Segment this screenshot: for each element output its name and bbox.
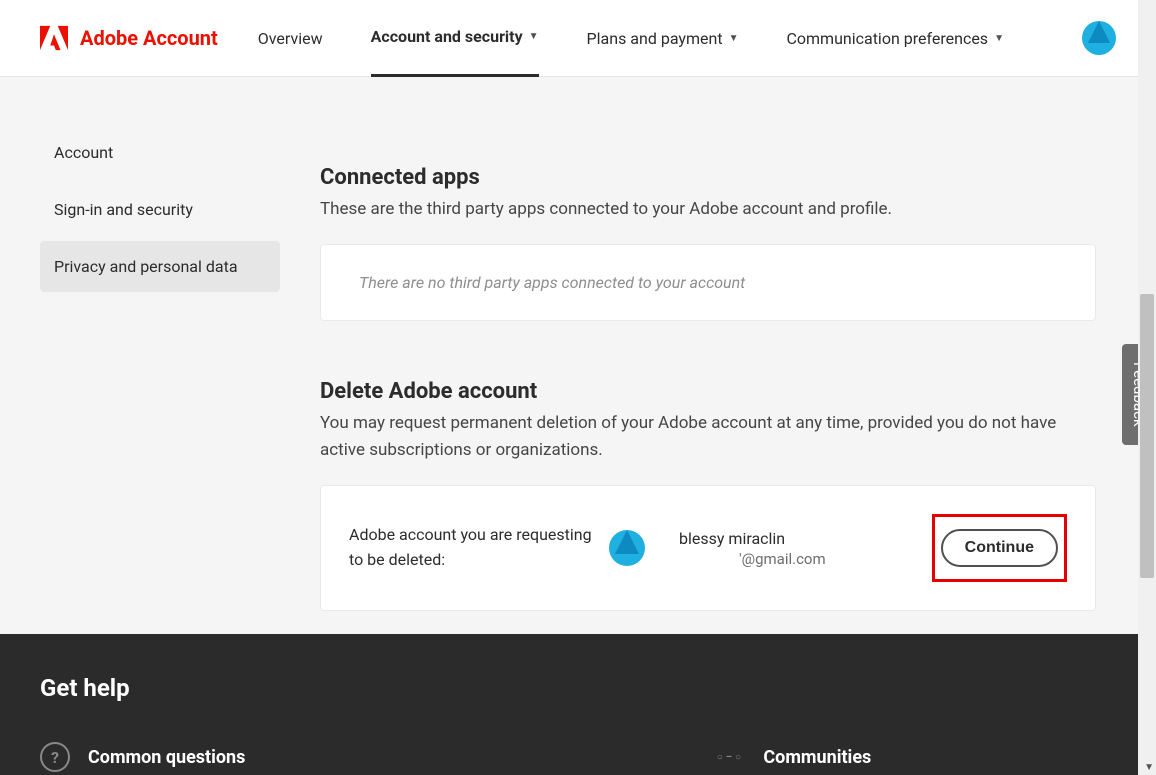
delete-account-description: You may request permanent deletion of yo… (320, 410, 1096, 463)
nav-plans-payment[interactable]: Plans and payment▼ (587, 0, 739, 77)
content-area: Connected apps These are the third party… (280, 107, 1156, 611)
delete-user-name: blessy miraclin (679, 529, 918, 548)
scrollbar-thumb[interactable] (1140, 294, 1154, 578)
connected-apps-title: Connected apps (320, 165, 1096, 190)
connected-apps-card: There are no third party apps connected … (320, 244, 1096, 321)
footer-common-questions[interactable]: ? Common questions (40, 742, 245, 772)
nav-overview[interactable]: Overview (258, 0, 323, 77)
delete-user-avatar (609, 530, 645, 566)
sidebar-item-account[interactable]: Account (40, 127, 280, 178)
chevron-down-icon: ▼ (529, 0, 539, 75)
nav-communication-preferences[interactable]: Communication preferences▼ (786, 0, 1004, 77)
connected-apps-description: These are the third party apps connected… (320, 196, 1096, 222)
adobe-logo-icon (40, 25, 68, 51)
primary-nav: Overview Account and security▼ Plans and… (258, 0, 1082, 77)
connected-apps-empty-message: There are no third party apps connected … (359, 273, 1057, 292)
sidebar: Account Sign-in and security Privacy and… (0, 107, 280, 611)
communities-icon: ○–○ (715, 742, 745, 772)
footer-col-label: Common questions (88, 747, 245, 768)
continue-button[interactable]: Continue (941, 529, 1058, 567)
delete-account-title: Delete Adobe account (320, 379, 1096, 404)
footer: Get help ? Common questions ○–○ Communit… (0, 634, 1138, 775)
brand-logo[interactable]: Adobe Account (40, 25, 218, 51)
delete-user-email: '@gmail.com (679, 550, 918, 568)
delete-request-label: Adobe account you are requesting to be d… (349, 523, 595, 573)
sidebar-item-signin-security[interactable]: Sign-in and security (40, 184, 280, 235)
nav-account-security[interactable]: Account and security▼ (371, 0, 539, 77)
chevron-down-icon: ▼ (729, 0, 739, 77)
footer-title: Get help (40, 674, 1098, 702)
main-area: Account Sign-in and security Privacy and… (0, 77, 1156, 611)
vertical-scrollbar[interactable]: ▼ (1138, 0, 1156, 775)
footer-columns: ? Common questions ○–○ Communities (40, 742, 1098, 772)
footer-col-label: Communities (763, 747, 871, 768)
top-header: Adobe Account Overview Account and secur… (0, 0, 1156, 77)
footer-communities[interactable]: ○–○ Communities (715, 742, 871, 772)
continue-highlight-box: Continue (932, 514, 1067, 582)
question-icon: ? (40, 742, 70, 772)
delete-user-info: blessy miraclin '@gmail.com (659, 529, 918, 568)
brand-text: Adobe Account (80, 26, 218, 50)
scrollbar-down-arrow[interactable]: ▼ (1144, 762, 1154, 773)
user-avatar[interactable] (1082, 21, 1116, 55)
sidebar-item-privacy[interactable]: Privacy and personal data (40, 241, 280, 292)
delete-account-card: Adobe account you are requesting to be d… (320, 485, 1096, 611)
chevron-down-icon: ▼ (994, 0, 1004, 77)
